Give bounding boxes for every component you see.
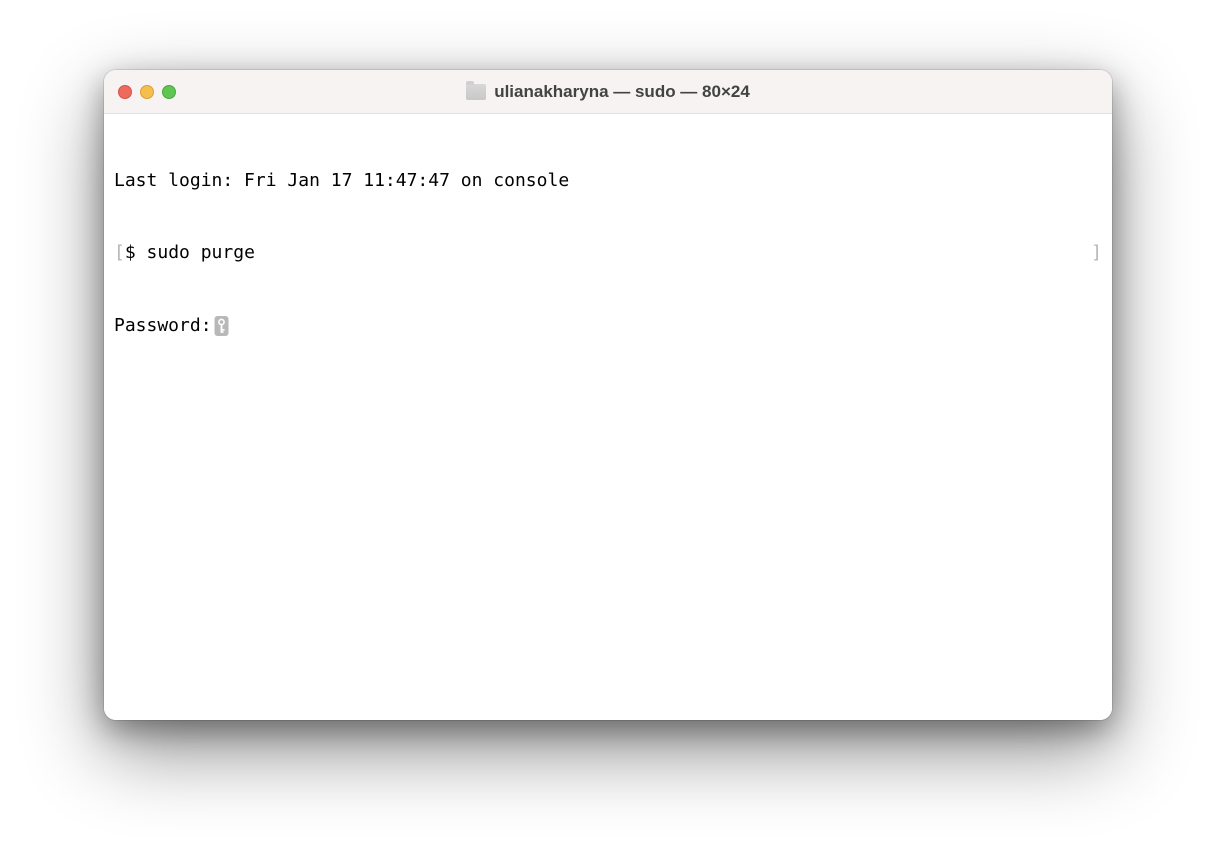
- password-line: Password:: [114, 314, 1102, 338]
- folder-icon: [466, 84, 486, 100]
- prompt-left: [$ sudo purge: [114, 241, 255, 265]
- command-text: sudo purge: [147, 242, 255, 263]
- command-line: [$ sudo purge ]: [114, 241, 1102, 265]
- bracket-open: [: [114, 242, 125, 263]
- traffic-lights: [118, 85, 176, 99]
- password-prompt: Password:: [114, 315, 212, 336]
- title-bar: ulianakharyna — sudo — 80×24: [104, 70, 1112, 114]
- minimize-button[interactable]: [140, 85, 154, 99]
- bracket-close: ]: [1091, 241, 1102, 265]
- last-login-line: Last login: Fri Jan 17 11:47:47 on conso…: [114, 169, 1102, 193]
- maximize-button[interactable]: [162, 85, 176, 99]
- close-button[interactable]: [118, 85, 132, 99]
- prompt-symbol: $: [125, 242, 147, 263]
- window-title: ulianakharyna — sudo — 80×24: [494, 82, 750, 102]
- terminal-window: ulianakharyna — sudo — 80×24 Last login:…: [104, 70, 1112, 720]
- window-title-container: ulianakharyna — sudo — 80×24: [104, 82, 1112, 102]
- key-icon: [214, 316, 229, 336]
- terminal-body[interactable]: Last login: Fri Jan 17 11:47:47 on conso…: [104, 114, 1112, 720]
